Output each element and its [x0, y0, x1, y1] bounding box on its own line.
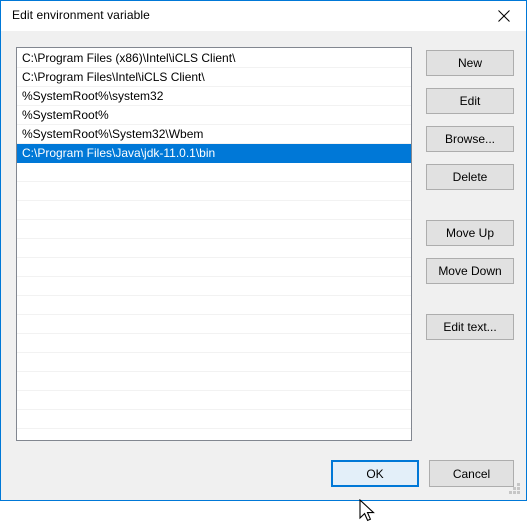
list-item[interactable]: C:\Program Files (x86)\Intel\iCLS Client… [17, 49, 411, 68]
list-item-empty[interactable] [17, 353, 411, 372]
list-item-empty[interactable] [17, 239, 411, 258]
list-item-empty[interactable] [17, 372, 411, 391]
list-item[interactable]: %SystemRoot%\System32\Wbem [17, 125, 411, 144]
list-item-empty[interactable] [17, 258, 411, 277]
close-icon [497, 9, 510, 22]
list-item[interactable]: C:\Program Files\Intel\iCLS Client\ [17, 68, 411, 87]
path-list[interactable]: C:\Program Files (x86)\Intel\iCLS Client… [16, 47, 412, 441]
list-item-empty[interactable] [17, 201, 411, 220]
edit-button[interactable]: Edit [426, 88, 514, 114]
ok-button[interactable]: OK [331, 460, 419, 487]
browse-button[interactable]: Browse... [426, 126, 514, 152]
dialog-client-area: C:\Program Files (x86)\Intel\iCLS Client… [1, 31, 526, 522]
page-title: Edit environment variable [12, 8, 150, 22]
list-item-empty[interactable] [17, 391, 411, 410]
move-down-button[interactable]: Move Down [426, 258, 514, 284]
resize-grip[interactable] [509, 483, 521, 495]
edit-environment-variable-dialog: Edit environment variable C:\Program Fil… [0, 0, 527, 522]
mouse-cursor-arrow [359, 499, 377, 525]
list-item-empty[interactable] [17, 182, 411, 201]
list-item-empty[interactable] [17, 315, 411, 334]
title-bar: Edit environment variable [1, 1, 526, 31]
list-item-empty[interactable] [17, 277, 411, 296]
move-up-button[interactable]: Move Up [426, 220, 514, 246]
list-item-empty[interactable] [17, 296, 411, 315]
list-item-empty[interactable] [17, 410, 411, 429]
list-item-empty[interactable] [17, 334, 411, 353]
list-item[interactable]: %SystemRoot%\system32 [17, 87, 411, 106]
list-item-empty[interactable] [17, 220, 411, 239]
delete-button[interactable]: Delete [426, 164, 514, 190]
edit-text-button[interactable]: Edit text... [426, 314, 514, 340]
cancel-button[interactable]: Cancel [429, 460, 514, 487]
list-item[interactable]: %SystemRoot% [17, 106, 411, 125]
new-button[interactable]: New [426, 50, 514, 76]
close-button[interactable] [481, 1, 526, 30]
list-item-selected[interactable]: C:\Program Files\Java\jdk-11.0.1\bin [17, 144, 411, 163]
list-item-empty[interactable] [17, 163, 411, 182]
